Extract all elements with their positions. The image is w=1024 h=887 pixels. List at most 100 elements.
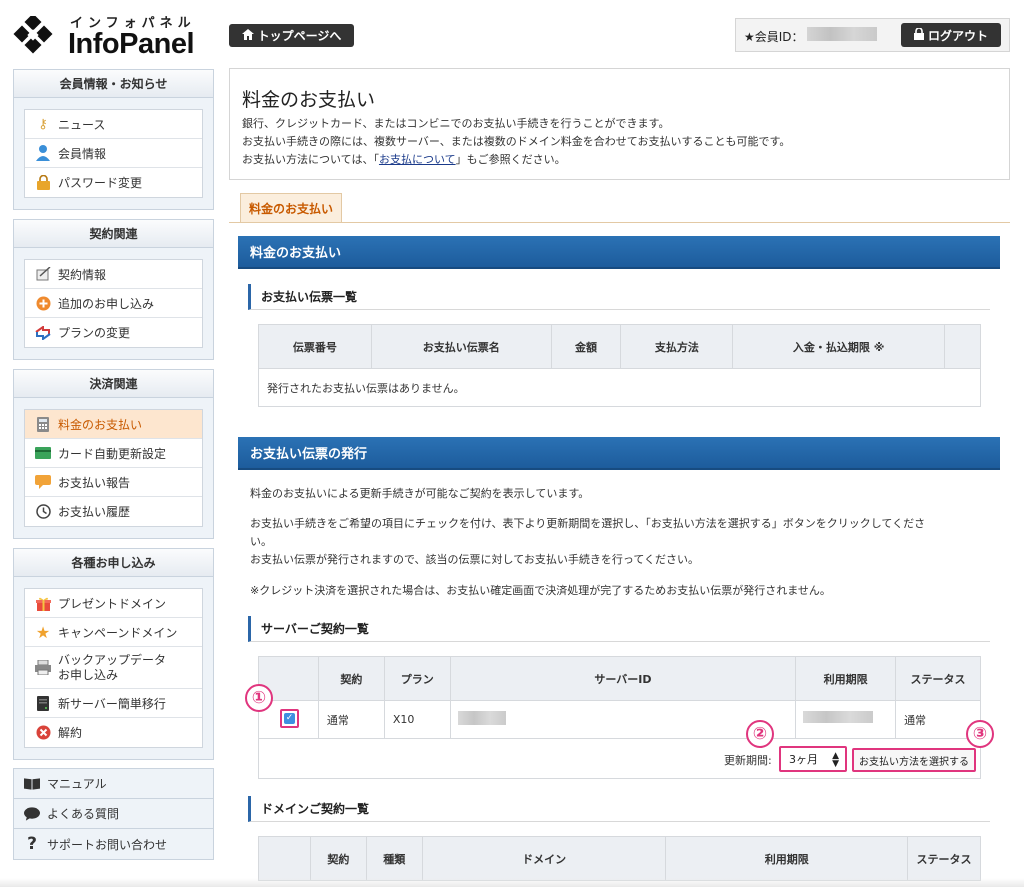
- tab-payment[interactable]: 料金のお支払い: [240, 193, 342, 223]
- empty-message: 発行されたお支払い伝票はありません。: [258, 368, 981, 407]
- sidebar-group-payment: 決済関連 料金のお支払い カード自動更新設定 お支払い報告 お支払い履歴: [13, 369, 214, 539]
- gift-icon: [35, 595, 51, 611]
- member-id-label: ★会員ID：: [744, 30, 804, 44]
- col-select: [258, 836, 311, 881]
- col-expiry: 利用期限: [795, 656, 897, 701]
- expiry-masked: [803, 711, 873, 723]
- step-badge-3: ③: [966, 720, 994, 748]
- book-icon: [24, 776, 40, 792]
- section-bar-issue-slip: お支払い伝票の発行: [238, 437, 1000, 470]
- member-id-masked: [807, 27, 877, 41]
- top-page-button[interactable]: トップページへ: [229, 24, 354, 47]
- sidebar-group-contract: 契約関連 契約情報 追加のお申し込み プランの変更: [13, 219, 214, 360]
- select-updown-icon: ▲ ▼: [832, 751, 839, 769]
- subheading-slip-list: お支払い伝票一覧: [248, 284, 990, 310]
- sidebar-group-title: 決済関連: [14, 370, 213, 398]
- renewal-period-label: 更新期間:: [724, 754, 772, 767]
- sidebar-item-contract-info[interactable]: 契約情報: [25, 260, 202, 289]
- clock-icon: [35, 504, 51, 520]
- col-expiry: 利用期限: [665, 836, 909, 881]
- logout-label: ログアウト: [927, 28, 988, 43]
- col-contract: 契約: [309, 836, 367, 881]
- speech-bubble-icon: [35, 474, 51, 490]
- sidebar-item-payment-history[interactable]: お支払い履歴: [25, 497, 202, 526]
- col-blank: [944, 324, 981, 369]
- subheading-server-contracts: サーバーご契約一覧: [248, 616, 990, 642]
- sidebar-links: マニュアル よくある質問 ? サポートお問い合わせ: [13, 768, 214, 860]
- server-id-masked: [458, 711, 506, 725]
- sidebar-group-title: 会員情報・お知らせ: [14, 70, 213, 98]
- calculator-icon: [35, 416, 51, 432]
- cell-contract: 通常: [317, 700, 385, 739]
- logo[interactable]: インフォパネル InfoPanel: [12, 10, 202, 60]
- col-domain: ドメイン: [421, 836, 667, 881]
- sidebar-link-support[interactable]: ? サポートお問い合わせ: [14, 829, 213, 859]
- server-icon: [35, 695, 51, 711]
- col-deadline: 入金・払込期限 ※: [732, 324, 946, 369]
- tab-divider: [229, 222, 1010, 223]
- user-icon: [35, 145, 51, 161]
- bottom-fade: [0, 878, 1024, 887]
- subheading-domain-contracts: ドメインご契約一覧: [248, 796, 990, 822]
- select-server-checkbox[interactable]: ✓: [280, 709, 299, 728]
- key-icon: ⚷: [38, 116, 48, 132]
- paragraph-2: お支払い手続きをご希望の項目にチェックを付け、表下より更新期間を選択し、「お支払…: [250, 517, 926, 566]
- step-badge-2: ②: [746, 720, 774, 748]
- sidebar-group-title: 各種お申し込み: [14, 549, 213, 577]
- sidebar-item-payment-report[interactable]: お支払い報告: [25, 468, 202, 497]
- printer-icon: [35, 660, 51, 676]
- page-title: 料金のお支払い: [242, 89, 376, 111]
- home-icon: [241, 28, 254, 43]
- col-payment-method: 支払方法: [620, 324, 734, 369]
- paragraph-1: 料金のお支払いによる更新手続きが可能なご契約を表示しています。: [250, 487, 590, 500]
- intro-text: 銀行、クレジットカード、またはコンビニでのお支払い手続きを行うことができます。 …: [242, 117, 791, 166]
- sidebar-item-additional-order[interactable]: 追加のお申し込み: [25, 289, 202, 318]
- slip-table: 伝票番号 お支払い伝票名 金額 支払方法 入金・払込期限 ※ 発行されたお支払い…: [258, 324, 981, 407]
- col-contract: 契約: [317, 656, 385, 701]
- sidebar-group-title: 契約関連: [14, 220, 213, 248]
- sidebar-item-backup-data[interactable]: バックアップデータ お申し込み: [25, 647, 202, 689]
- logo-diamond-icon: [13, 16, 53, 54]
- sidebar-link-faq[interactable]: よくある質問: [14, 799, 213, 829]
- sidebar-item-cancel[interactable]: 解約: [25, 718, 202, 747]
- step-badge-1: ①: [245, 684, 273, 712]
- padlock-icon: [35, 175, 51, 191]
- sidebar-item-password[interactable]: パスワード変更: [25, 168, 202, 197]
- col-slip-number: 伝票番号: [258, 324, 372, 369]
- sidebar-item-plan-change[interactable]: プランの変更: [25, 318, 202, 347]
- domain-contract-table: 契約 種類 ドメイン 利用期限 ステータス: [258, 836, 981, 881]
- col-amount: 金額: [550, 324, 622, 369]
- question-icon: ?: [27, 834, 37, 854]
- sidebar-group-applications: 各種お申し込み プレゼントドメイン ★ キャンペーンドメイン バックアップデータ…: [13, 548, 214, 760]
- chat-bubble-icon: [24, 806, 40, 822]
- select-payment-method-button[interactable]: お支払い方法を選択する: [852, 748, 976, 772]
- cancel-circle-icon: [35, 725, 51, 741]
- document-pen-icon: [35, 266, 51, 282]
- section-bar-payment: 料金のお支払い: [238, 236, 1000, 269]
- cell-plan: X10: [383, 700, 451, 739]
- credit-card-icon: [35, 445, 51, 461]
- sidebar-item-card-auto-renew[interactable]: カード自動更新設定: [25, 439, 202, 468]
- col-status: ステータス: [907, 836, 981, 881]
- col-type: 種類: [365, 836, 423, 881]
- plus-circle-icon: [35, 295, 51, 311]
- sidebar-link-manual[interactable]: マニュアル: [14, 769, 213, 799]
- sidebar-item-news[interactable]: ⚷ ニュース: [25, 110, 202, 139]
- renewal-period-select[interactable]: 3ヶ月 ▲ ▼: [779, 746, 847, 772]
- col-slip-name: お支払い伝票名: [370, 324, 552, 369]
- payment-info-link[interactable]: お支払について: [379, 153, 456, 166]
- star-icon: ★: [35, 622, 51, 642]
- sidebar-item-payment[interactable]: 料金のお支払い: [25, 410, 202, 439]
- logout-button[interactable]: ログアウト: [901, 23, 1001, 47]
- sidebar-item-present-domain[interactable]: プレゼントドメイン: [25, 589, 202, 618]
- sidebar-item-server-migration[interactable]: 新サーバー簡単移行: [25, 689, 202, 718]
- paragraph-credit-note: ※クレジット決済を選択された場合は、お支払い確定画面で決済処理が完了するためお支…: [250, 584, 831, 597]
- col-status: ステータス: [895, 656, 981, 701]
- intro-panel: 料金のお支払い 銀行、クレジットカード、またはコンビニでのお支払い手続きを行うこ…: [229, 68, 1010, 180]
- sidebar-item-campaign-domain[interactable]: ★ キャンペーンドメイン: [25, 618, 202, 647]
- lock-icon: [913, 26, 924, 43]
- logo-text: InfoPanel: [68, 28, 195, 60]
- sidebar-group-member: 会員情報・お知らせ ⚷ ニュース 会員情報 パスワード変更: [13, 69, 214, 210]
- sidebar-item-member-info[interactable]: 会員情報: [25, 139, 202, 168]
- col-server-id: サーバーID: [449, 656, 797, 701]
